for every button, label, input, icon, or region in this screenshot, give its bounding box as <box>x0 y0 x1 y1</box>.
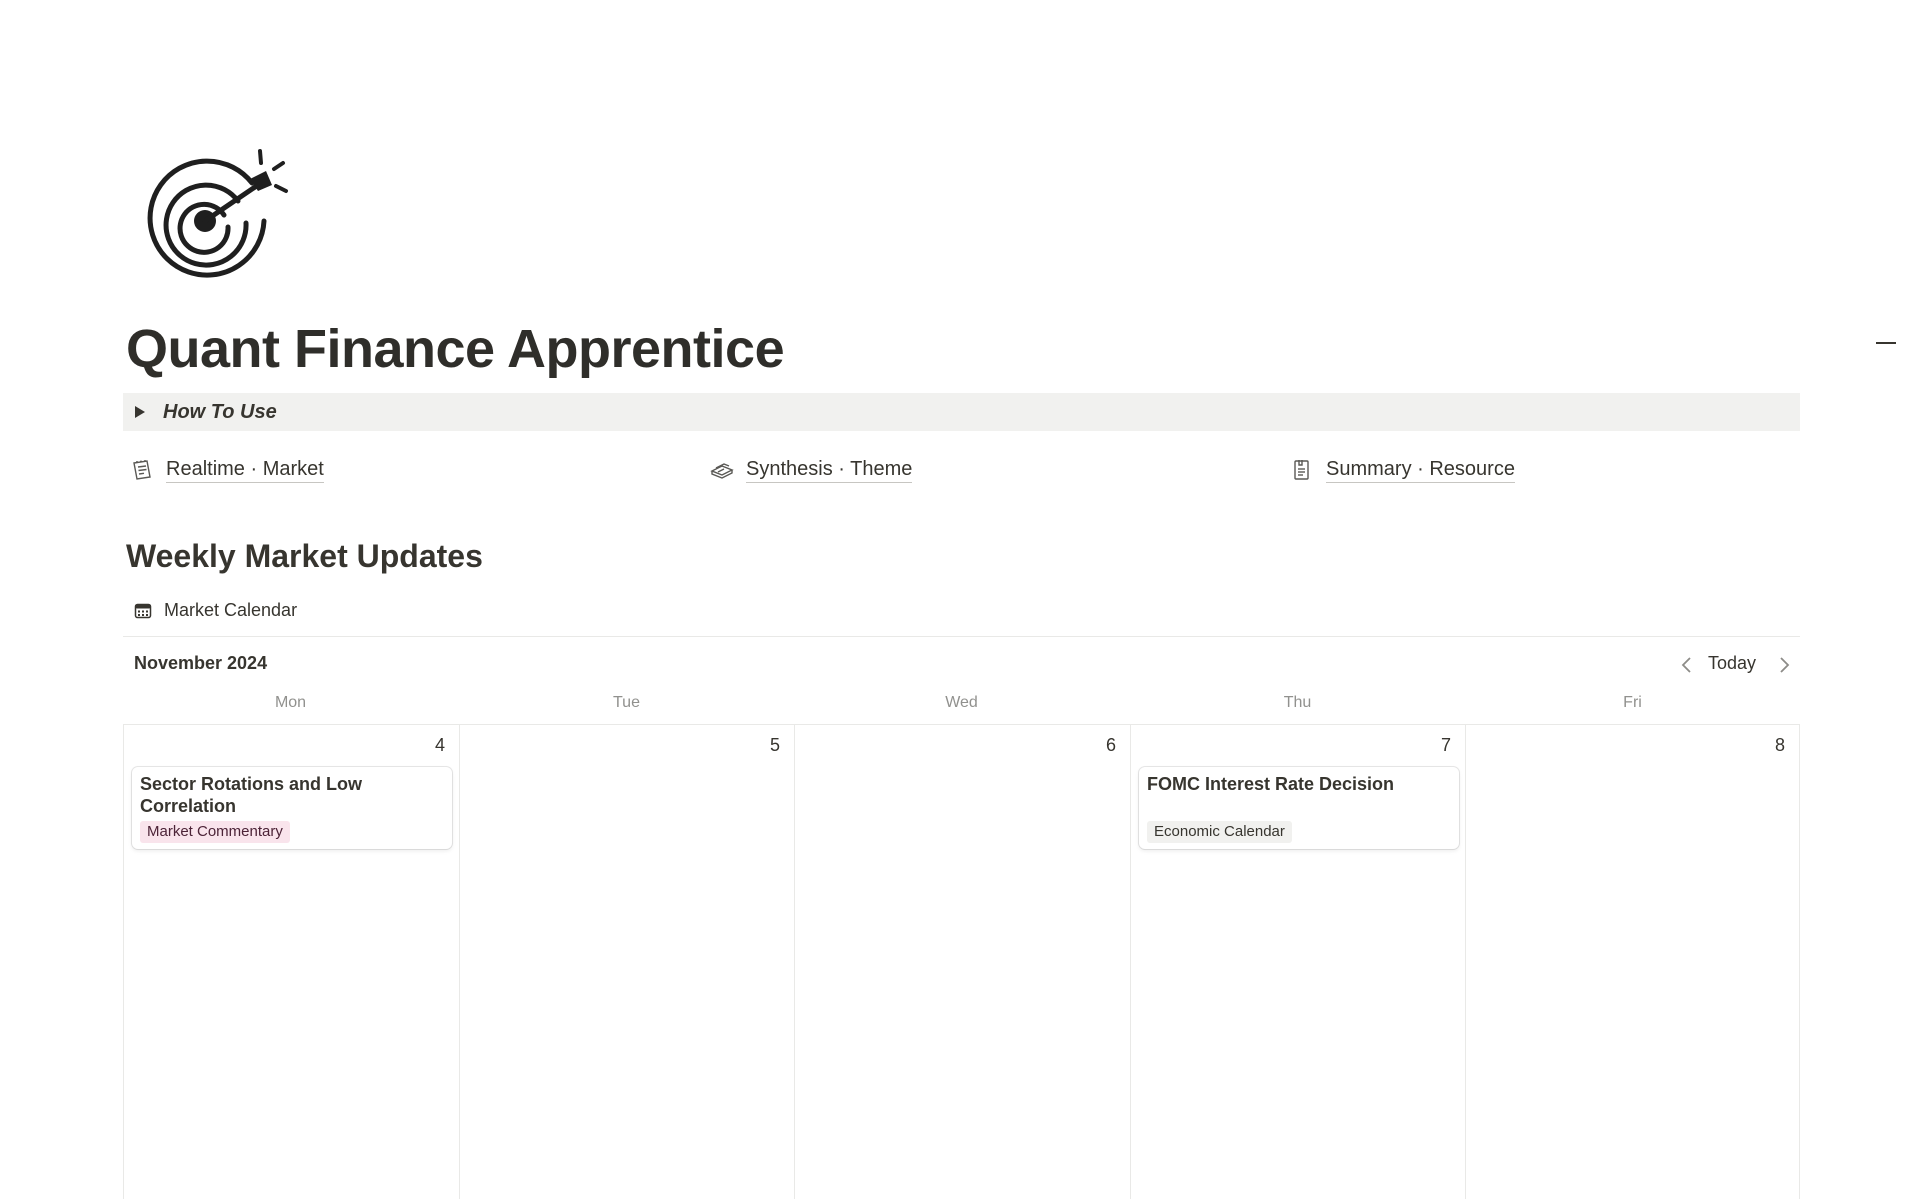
section-heading: Weekly Market Updates <box>126 538 483 574</box>
link-realtime-market[interactable]: Realtime · Market <box>130 455 324 485</box>
link-label: Synthesis · Theme <box>746 458 913 483</box>
weekday-label: Wed <box>945 694 978 711</box>
weekday-header: Mon Tue Wed Thu Fri <box>123 694 1800 718</box>
event-title: Sector Rotations and Low Correlation <box>140 774 363 816</box>
event-card[interactable]: FOMC Interest Rate Decision Economic Cal… <box>1139 767 1459 849</box>
toc-marker[interactable] <box>1876 342 1896 344</box>
target-dart-icon[interactable] <box>140 143 292 283</box>
day-cell[interactable]: 4 Sector Rotations and Low Correlation M… <box>124 725 460 1199</box>
link-label: Realtime · Market <box>166 458 324 483</box>
day-number: 7 <box>1440 735 1451 755</box>
event-tag: Economic Calendar <box>1147 821 1292 843</box>
page-title: Quant Finance Apprentice <box>126 319 785 379</box>
weekday-label: Tue <box>613 694 640 711</box>
day-number: 5 <box>769 735 780 755</box>
weekday-label: Thu <box>1283 694 1312 711</box>
event-card[interactable]: Sector Rotations and Low Correlation Mar… <box>132 767 452 849</box>
link-summary-resource[interactable]: Summary · Resource <box>1290 455 1515 485</box>
triangle-right-icon[interactable] <box>135 406 145 418</box>
day-cell[interactable]: 8 <box>1466 725 1800 1199</box>
view-tab-label: Market Calendar <box>164 600 298 620</box>
document-clip-icon <box>1290 458 1314 482</box>
page-links: Realtime · Market Synthesis · Theme Summ… <box>126 455 1806 489</box>
divider <box>123 636 1800 637</box>
event-tag: Market Commentary <box>140 821 290 843</box>
calendar-grid: 4 Sector Rotations and Low Correlation M… <box>123 724 1800 1199</box>
day-number: 4 <box>434 735 445 755</box>
month-label: November 2024 <box>134 653 268 673</box>
chevron-left-icon[interactable] <box>1677 654 1697 676</box>
weekday-label: Mon <box>274 694 307 711</box>
day-cell[interactable]: 6 <box>795 725 1131 1199</box>
link-label: Summary · Resource <box>1326 458 1515 483</box>
day-number: 8 <box>1774 735 1785 755</box>
notepad-icon <box>130 458 154 482</box>
view-tab-market-calendar[interactable]: Market Calendar <box>134 600 297 621</box>
day-number: 6 <box>1105 735 1116 755</box>
today-button[interactable]: Today <box>1708 653 1756 674</box>
weekday-label: Fri <box>1623 694 1642 711</box>
page: Quant Finance Apprentice How To Use Real… <box>0 0 1920 1199</box>
link-synthesis-theme[interactable]: Synthesis · Theme <box>710 455 913 485</box>
toggle-label: How To Use <box>163 400 277 423</box>
event-title: FOMC Interest Rate Decision <box>1147 774 1395 794</box>
day-cell[interactable]: 5 <box>460 725 795 1199</box>
day-cell[interactable]: 7 FOMC Interest Rate Decision Economic C… <box>1131 725 1466 1199</box>
how-to-use-toggle[interactable]: How To Use <box>123 393 1800 431</box>
calendar-icon <box>134 602 152 620</box>
box-stack-icon <box>710 458 734 482</box>
chevron-right-icon[interactable] <box>1774 654 1794 676</box>
